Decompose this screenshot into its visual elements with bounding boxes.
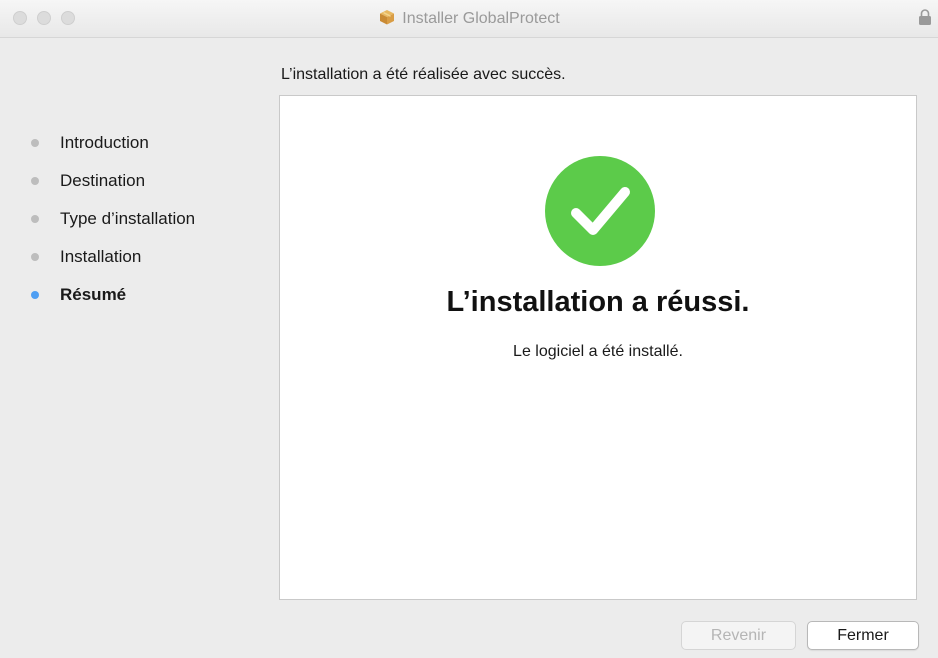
sidebar-item-label: Introduction [60, 133, 149, 152]
sidebar-item-label: Installation [60, 247, 142, 266]
back-button[interactable]: Revenir [681, 621, 796, 650]
sidebar-item-installation-type: Type d’installation [30, 206, 270, 244]
step-dot-icon [31, 291, 39, 299]
steps-sidebar: Introduction Destination Type d’installa… [30, 130, 270, 320]
step-dot-icon [31, 177, 39, 185]
content-panel: L’installation a réussi. Le logiciel a é… [279, 95, 917, 600]
window-title: Installer GlobalProtect [402, 10, 560, 27]
sidebar-item-summary: Résumé [30, 282, 270, 320]
sidebar-item-destination: Destination [30, 168, 270, 206]
step-dot-icon [31, 215, 39, 223]
window-title-container: Installer GlobalProtect [0, 9, 938, 29]
step-dot-icon [31, 253, 39, 261]
close-button[interactable]: Fermer [807, 621, 919, 650]
checkmark-circle-icon [545, 156, 655, 266]
sidebar-item-label: Type d’installation [60, 209, 196, 228]
lock-icon [919, 9, 931, 25]
sidebar-item-installation: Installation [30, 244, 270, 282]
installer-window: Installer GlobalProtect L’installation a… [0, 0, 938, 658]
success-title: L’installation a réussi. [446, 286, 750, 318]
step-dot-icon [31, 139, 39, 147]
status-header: L’installation a été réalisée avec succè… [281, 66, 566, 83]
sidebar-item-label: Résumé [60, 285, 127, 304]
sidebar-item-introduction: Introduction [30, 130, 270, 168]
sidebar-item-label: Destination [60, 171, 146, 190]
success-subtitle: Le logiciel a été installé. [513, 343, 683, 360]
package-icon [380, 9, 395, 25]
title-bar: Installer GlobalProtect [0, 0, 938, 38]
